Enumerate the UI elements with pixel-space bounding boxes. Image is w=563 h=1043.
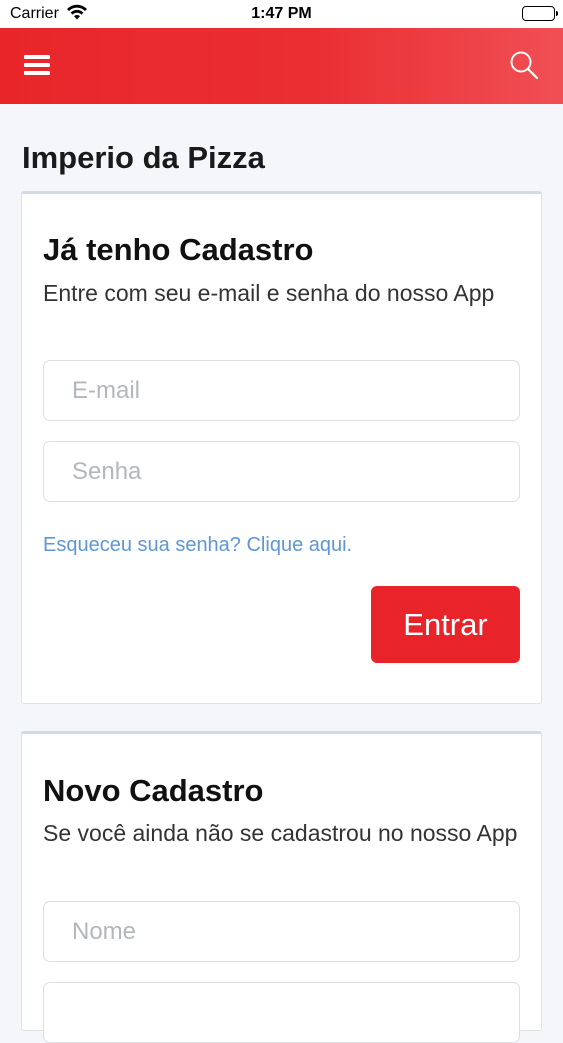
register-card: Novo Cadastro Se você ainda não se cadas… bbox=[21, 731, 542, 1043]
search-icon[interactable] bbox=[509, 50, 539, 80]
email-input[interactable] bbox=[43, 360, 520, 421]
register-second-input[interactable] bbox=[43, 982, 520, 1043]
page-title: Imperio da Pizza bbox=[22, 140, 265, 175]
status-bar: Carrier 1:47 PM bbox=[0, 0, 563, 28]
login-card-subtitle: Entre com seu e-mail e senha do nosso Ap… bbox=[43, 280, 495, 306]
top-navigation-bar bbox=[0, 28, 563, 104]
login-button[interactable]: Entrar bbox=[371, 586, 520, 663]
forgot-password-link[interactable]: Esqueceu sua senha? Clique aqui. bbox=[43, 534, 352, 557]
register-card-subtitle: Se você ainda não se cadastrou no nosso … bbox=[43, 820, 518, 846]
hamburger-menu-icon[interactable] bbox=[24, 55, 50, 77]
register-card-title: Novo Cadastro bbox=[43, 773, 264, 808]
clock: 1:47 PM bbox=[251, 5, 312, 22]
battery-icon bbox=[522, 6, 558, 21]
login-card-title: Já tenho Cadastro bbox=[43, 232, 314, 267]
name-input[interactable] bbox=[43, 901, 520, 962]
login-card: Já tenho Cadastro Entre com seu e-mail e… bbox=[21, 191, 542, 704]
password-input[interactable] bbox=[43, 441, 520, 502]
